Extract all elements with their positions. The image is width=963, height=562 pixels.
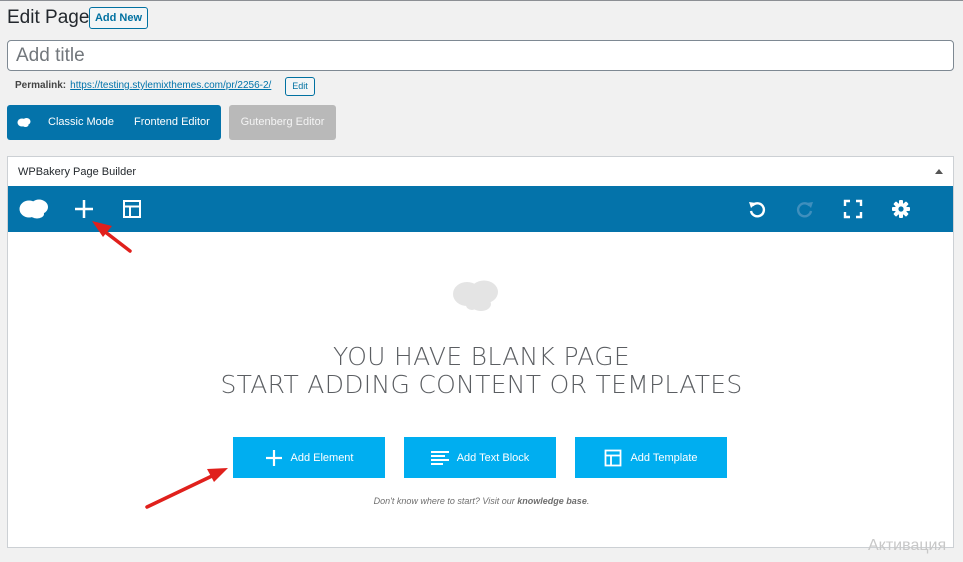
add-element-toolbar-button[interactable]	[68, 186, 100, 232]
add-text-block-button[interactable]: Add Text Block	[404, 437, 556, 478]
collapse-arrow-icon[interactable]	[935, 169, 943, 174]
wpbakery-logo-button[interactable]	[16, 186, 52, 232]
title-input[interactable]	[7, 40, 954, 71]
undo-icon	[749, 202, 766, 218]
layout-icon	[123, 200, 141, 218]
plus-icon	[265, 449, 282, 466]
classic-mode-button[interactable]: Classic Mode	[48, 105, 114, 140]
plus-icon	[75, 200, 93, 218]
redo-button[interactable]	[789, 186, 821, 232]
hint-suffix: .	[586, 496, 590, 506]
add-template-button[interactable]: Add Template	[575, 437, 727, 478]
help-hint: Don't know where to start? Visit our kno…	[0, 496, 963, 506]
editor-mode-switch: Classic Mode Frontend Editor	[7, 105, 221, 140]
add-template-label: Add Template	[630, 451, 698, 464]
add-element-label: Add Element	[290, 451, 354, 464]
page-builder-title: WPBakery Page Builder	[18, 166, 136, 178]
builder-toolbar	[8, 186, 953, 232]
permalink-row: Permalink: https://testing.stylemixthemes…	[15, 80, 271, 92]
permalink-link[interactable]: https://testing.stylemixthemes.com/pr/22…	[70, 80, 271, 91]
wpbakery-logo-icon	[17, 118, 31, 127]
add-new-button[interactable]: Add New	[89, 7, 148, 29]
fullscreen-icon	[843, 199, 863, 219]
layout-icon	[605, 449, 622, 466]
add-element-button[interactable]: Add Element	[233, 437, 385, 478]
wpbakery-logo-icon	[19, 199, 48, 219]
gear-icon	[892, 200, 910, 218]
undo-button[interactable]	[741, 186, 773, 232]
settings-button[interactable]	[885, 186, 917, 232]
hint-prefix: Don't know where to start? Visit our	[373, 496, 515, 506]
wpbakery-placeholder-icon	[453, 280, 498, 311]
gutenberg-editor-button[interactable]: Gutenberg Editor	[229, 105, 336, 140]
permalink-edit-button[interactable]: Edit	[285, 77, 315, 96]
blank-page-heading: YOU HAVE BLANK PAGE	[333, 342, 630, 371]
permalink-label: Permalink:	[15, 80, 67, 91]
blank-page-subheading: START ADDING CONTENT OR TEMPLATES	[220, 370, 743, 399]
templates-toolbar-button[interactable]	[116, 186, 148, 232]
frontend-editor-button[interactable]: Frontend Editor	[134, 105, 210, 140]
add-text-block-label: Add Text Block	[456, 451, 530, 464]
top-border	[0, 0, 963, 1]
text-align-icon	[430, 450, 449, 465]
fullscreen-button[interactable]	[837, 186, 869, 232]
activation-watermark: Активация	[868, 537, 947, 554]
knowledge-base-link[interactable]: knowledge base	[517, 496, 587, 506]
redo-icon	[796, 202, 813, 218]
page-builder-header: WPBakery Page Builder	[8, 157, 953, 187]
page-title: Edit Page	[7, 7, 90, 28]
